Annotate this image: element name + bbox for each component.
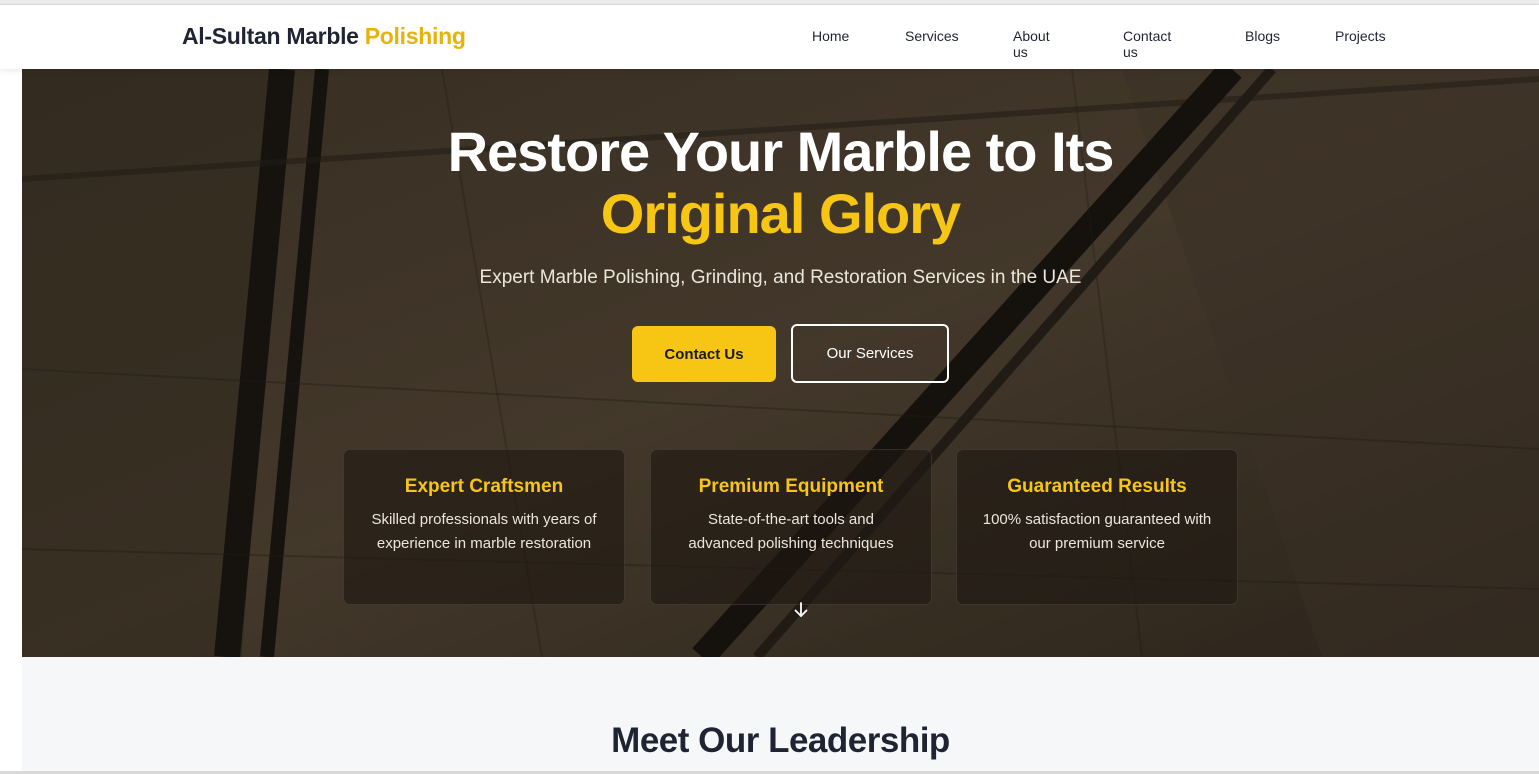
our-services-button[interactable]: Our Services — [791, 324, 949, 383]
feature-text: State-of-the-art tools and advanced poli… — [688, 511, 894, 552]
nav-projects[interactable]: Projects — [1335, 28, 1386, 44]
nav-contact-us[interactable]: Contact us — [1123, 28, 1171, 60]
feature-text: Skilled professionals with years of expe… — [371, 511, 597, 552]
nav-blogs[interactable]: Blogs — [1245, 28, 1280, 44]
feature-card-guaranteed-results: Guaranteed Results 100% satisfaction gua… — [956, 449, 1238, 605]
feature-card-expert-craftsmen: Expert Craftsmen Skilled professionals w… — [343, 449, 625, 605]
hero-section: Restore Your Marble to Its Original Glor… — [22, 69, 1539, 657]
nav-about-us[interactable]: About us — [1013, 28, 1050, 60]
hero-subtitle: Expert Marble Polishing, Grinding, and R… — [479, 267, 1082, 288]
brand-name: Al-Sultan Marble — [182, 23, 359, 49]
hero-title: Restore Your Marble to Its Original Glor… — [22, 121, 1539, 245]
site-header: Al-Sultan Marble Polishing Home Services… — [0, 5, 1539, 69]
leadership-section: Meet Our Leadership — [22, 657, 1539, 774]
arrow-down-icon[interactable] — [793, 602, 809, 618]
leadership-heading: Meet Our Leadership — [611, 721, 950, 760]
feature-text: 100% satisfaction guaranteed with our pr… — [982, 511, 1212, 552]
feature-card-premium-equipment: Premium Equipment State-of-the-art tools… — [650, 449, 932, 605]
hero-title-line2: Original Glory — [600, 182, 961, 245]
feature-title: Guaranteed Results — [1007, 476, 1187, 497]
feature-title: Expert Craftsmen — [404, 476, 564, 497]
site-logo[interactable]: Al-Sultan Marble Polishing — [182, 23, 466, 50]
nav-services[interactable]: Services — [905, 28, 959, 44]
contact-us-button[interactable]: Contact Us — [632, 326, 776, 382]
feature-title: Premium Equipment — [698, 476, 884, 497]
nav-home[interactable]: Home — [812, 28, 849, 44]
brand-accent: Polishing — [364, 23, 466, 49]
hero-title-line1: Restore Your Marble to Its — [447, 120, 1115, 183]
